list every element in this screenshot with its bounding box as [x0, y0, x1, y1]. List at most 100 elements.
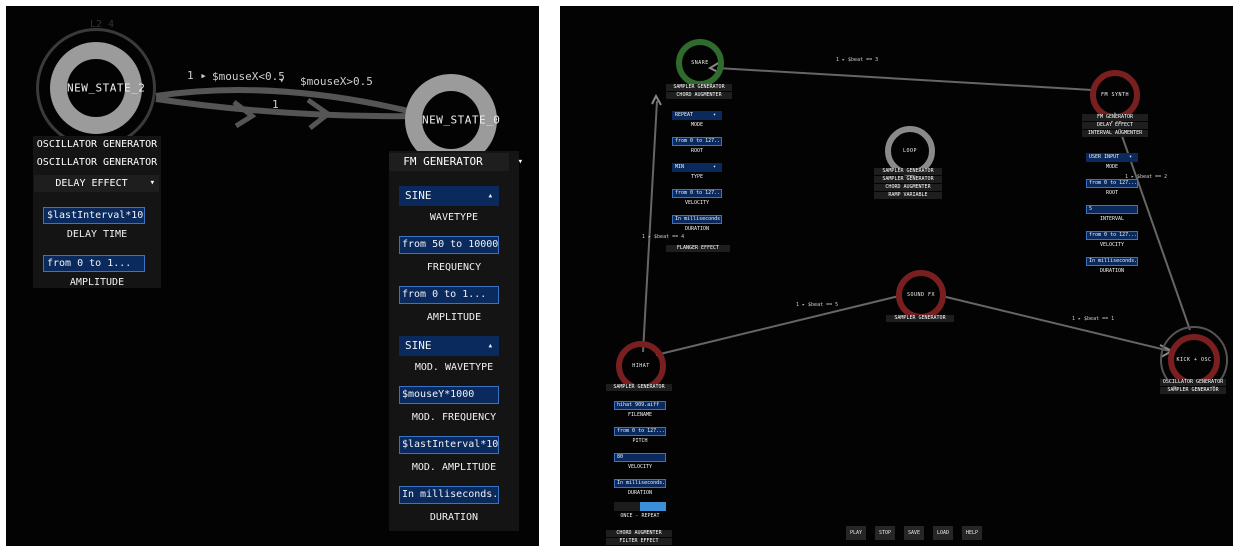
param-label: VELOCITY — [1099, 242, 1125, 248]
param-label: INTERVAL — [1099, 216, 1125, 222]
param-label: MODE — [1105, 164, 1119, 170]
delay-time-input[interactable]: $lastInterval*100 — [43, 207, 145, 224]
param-label: DURATION — [684, 226, 710, 232]
edge-condition[interactable]: 1 ▸ $beat == 3 — [836, 57, 878, 63]
play-button[interactable]: PLAY — [846, 526, 866, 540]
param-input[interactable]: from 0 to 127... — [672, 137, 722, 146]
param-input[interactable]: In milliseconds... — [672, 215, 722, 224]
generator-label[interactable]: SAMPLER GENERATOR — [606, 384, 672, 391]
node-label: NEW_STATE_2 — [67, 81, 146, 95]
param-label: FREQUENCY — [426, 262, 482, 273]
select-value: SINE — [405, 189, 432, 202]
wavetype-select[interactable]: SINE ▴ — [399, 336, 499, 356]
edge-condition[interactable]: 1 ▸ $beat == 1 — [1072, 316, 1114, 322]
param-input[interactable]: 5 — [1086, 205, 1138, 214]
amplitude-input[interactable]: from 0 to 1... — [43, 255, 145, 272]
load-button[interactable]: LOAD — [933, 526, 953, 540]
param-select[interactable]: USER INPUT ▾ — [1086, 153, 1138, 162]
generator-label[interactable]: CHORD AUGMENTER — [874, 184, 942, 191]
param-label: MOD. FREQUENCY — [411, 412, 497, 423]
generator-label[interactable]: SAMPLER GENERATOR — [874, 168, 942, 175]
state-node-sound-fx[interactable]: SOUND FX — [896, 270, 946, 320]
param-input[interactable]: from 0 to 127... — [672, 189, 722, 198]
param-input[interactable]: from 0 to 127... — [1086, 179, 1138, 188]
param-label: FILENAME — [627, 412, 653, 418]
left-canvas[interactable]: L2 4 NEW_STATE_2 NEW_STATE_0 1 ▸ $mouseX… — [6, 6, 539, 546]
caret-down-icon[interactable]: ▾ — [279, 76, 284, 86]
param-label: ROOT — [1105, 190, 1119, 196]
node-label: FM SYNTH — [1100, 92, 1130, 98]
param-input[interactable]: from 0 to 127... — [614, 427, 666, 436]
generator-label[interactable]: SAMPLER GENERATOR — [1160, 387, 1226, 394]
param-input[interactable]: In milliseconds... — [399, 486, 499, 504]
help-button[interactable]: HELP — [962, 526, 982, 540]
caret-down-icon: ▾ — [149, 178, 155, 188]
edge-probability[interactable]: 1 — [272, 98, 279, 111]
edge-probability-value: 1 — [187, 69, 194, 82]
param-label: DURATION — [429, 512, 479, 523]
toggle-once[interactable] — [614, 502, 640, 511]
save-button[interactable]: SAVE — [904, 526, 924, 540]
generator-label[interactable]: FILTER EFFECT — [606, 538, 672, 545]
param-label: PITCH — [632, 438, 648, 444]
toggle-repeat[interactable] — [640, 502, 666, 511]
state-node-new-state-2[interactable]: NEW_STATE_2 — [50, 42, 146, 134]
param-label: WAVETYPE — [429, 212, 479, 223]
edge-probability[interactable]: 1 ▸ — [187, 69, 207, 82]
edge-condition[interactable]: 1 ▸ $beat == 4 — [642, 234, 684, 240]
caret-down-icon: ▾ — [1128, 154, 1132, 160]
edge-condition[interactable]: $mouseX>0.5 — [300, 75, 373, 88]
param-label: DURATION — [627, 490, 653, 496]
select-value: REPEAT — [675, 112, 694, 118]
param-label: VELOCITY — [684, 200, 710, 206]
generator-dropdown[interactable]: FM GENERATOR ▾ — [389, 153, 523, 171]
param-input[interactable]: $mouseY*1000 — [399, 386, 499, 404]
param-input[interactable]: $lastInterval*100 — [399, 436, 499, 454]
edge-kick-to-fm — [1114, 115, 1191, 331]
param-input[interactable]: from 0 to 127... — [1086, 231, 1138, 240]
param-input[interactable]: hihat 909.aiff — [614, 401, 666, 410]
effect-label: DELAY EFFECT — [55, 178, 128, 189]
node-label: NEW_STATE_0 — [422, 113, 501, 127]
generator-label[interactable]: SAMPLER GENERATOR — [886, 315, 954, 322]
toggle-label: ONCE - REPEAT — [620, 513, 660, 519]
param-input[interactable]: from 50 to 10000... — [399, 236, 499, 254]
generator-label[interactable]: OSCILLATOR GENERATOR — [33, 157, 161, 168]
param-input[interactable]: 80 — [614, 453, 666, 462]
effect-dropdown[interactable]: FLANGER EFFECT — [666, 245, 730, 252]
wavetype-select[interactable]: SINE ▴ — [399, 186, 499, 206]
param-select[interactable]: MIN ▾ — [672, 163, 722, 172]
generator-label[interactable]: SAMPLER GENERATOR — [874, 176, 942, 183]
generator-label[interactable]: CHORD AUGMENTER — [606, 530, 672, 537]
param-label: DURATION — [1099, 268, 1125, 274]
generator-label[interactable]: INTERVAL AUGMENTER — [1082, 130, 1148, 137]
right-canvas[interactable]: SNARE FM SYNTH LOOP SOUND FX HIHAT KICK … — [560, 6, 1233, 546]
param-input[interactable]: from 0 to 1... — [399, 286, 499, 304]
param-select[interactable]: REPEAT ▾ — [672, 111, 722, 120]
param-label: TYPE — [690, 174, 704, 180]
state-node-snare[interactable]: SNARE — [676, 39, 724, 87]
param-input[interactable]: In milliseconds... — [1086, 257, 1138, 266]
generator-label[interactable]: SAMPLER GENERATOR — [666, 84, 732, 91]
param-label: AMPLITUDE — [426, 312, 482, 323]
generator-label[interactable]: RAMP VARIABLE — [874, 192, 942, 199]
generator-label[interactable]: DELAY EFFECT — [1082, 122, 1148, 129]
generator-label[interactable]: OSCILLATOR GENERATOR — [33, 139, 161, 150]
node-label: LOOP — [902, 148, 918, 154]
caret-down-icon: ▾ — [712, 112, 716, 118]
edge-condition[interactable]: $mouseX<0.5 — [212, 70, 285, 83]
caret-down-icon: ▾ — [517, 157, 523, 167]
node-label: SNARE — [691, 60, 709, 66]
edge-condition[interactable]: 1 ▸ $beat == 5 — [796, 302, 838, 308]
param-label: AMPLITUDE — [69, 277, 125, 288]
generator-label[interactable]: FM GENERATOR — [1082, 114, 1148, 121]
stop-button[interactable]: STOP — [875, 526, 895, 540]
param-label: DELAY TIME — [66, 229, 128, 240]
param-input[interactable]: In milliseconds... — [614, 479, 666, 488]
select-value: MIN — [675, 164, 685, 170]
select-value: USER INPUT — [1089, 154, 1120, 160]
generator-label[interactable]: CHORD AUGMENTER — [666, 92, 732, 99]
generator-label[interactable]: OSCILLATOR GENERATOR — [1160, 379, 1226, 386]
effect-dropdown[interactable]: DELAY EFFECT ▾ — [34, 175, 159, 192]
state-node-fm-synth[interactable]: FM SYNTH — [1090, 70, 1140, 120]
